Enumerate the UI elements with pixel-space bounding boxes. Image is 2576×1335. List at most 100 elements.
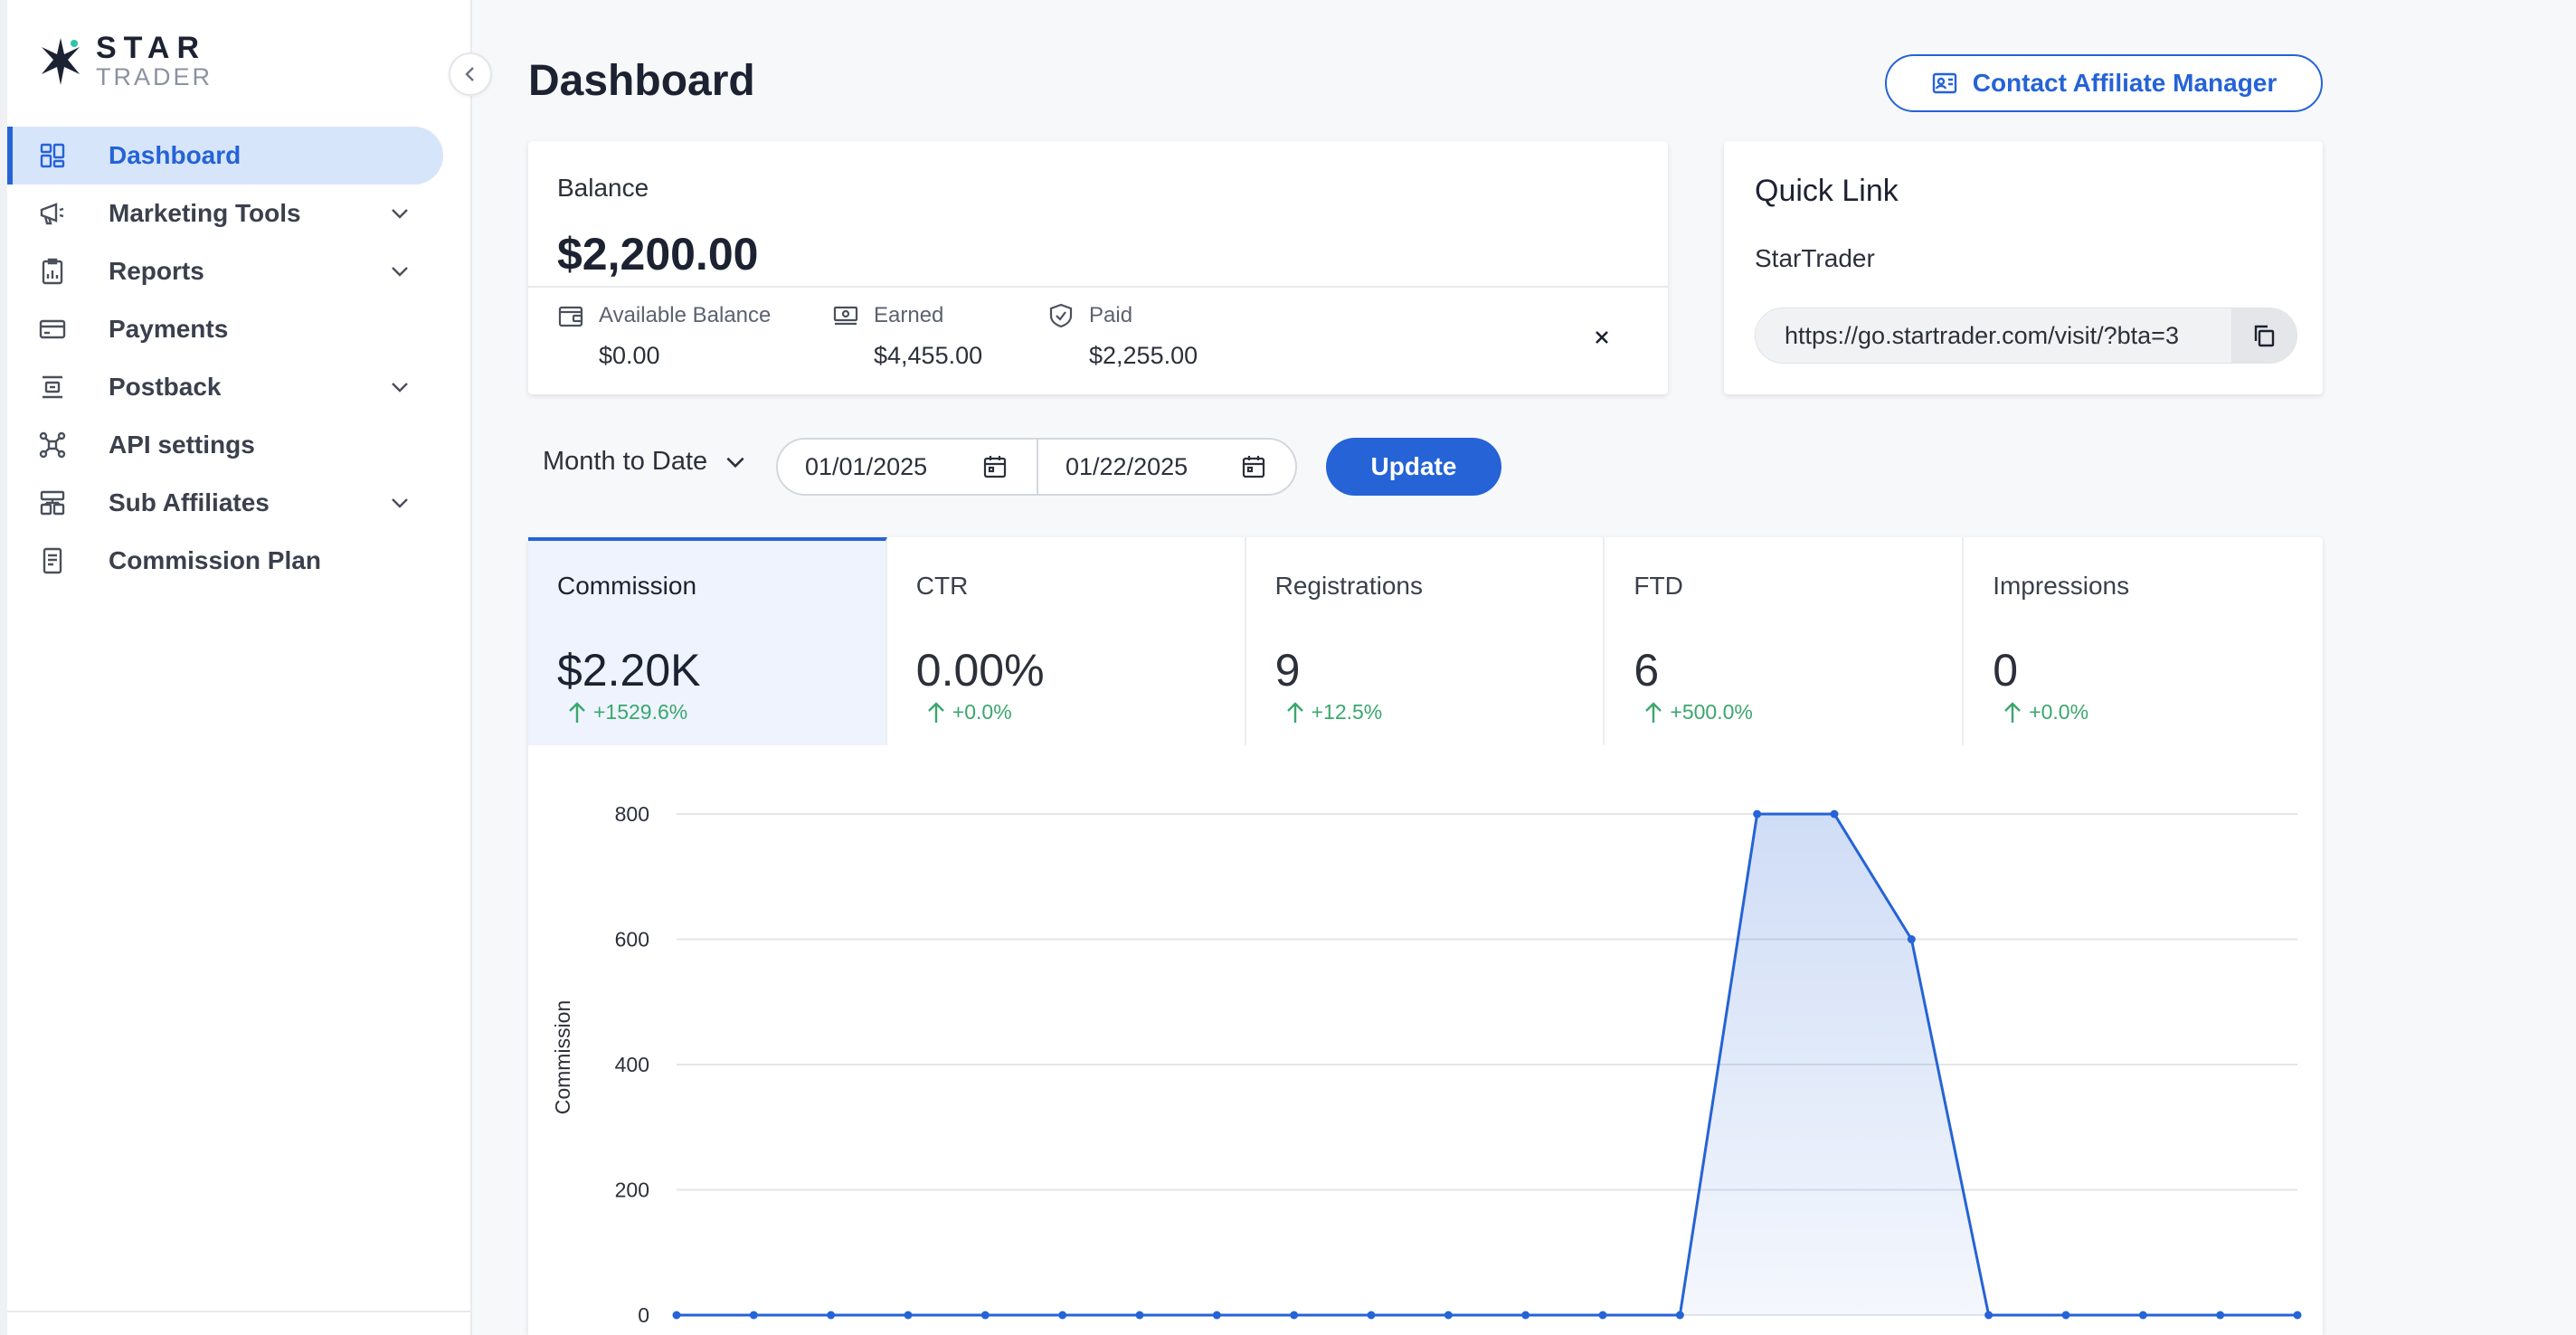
earned-value: $4,455.00 [874, 342, 983, 369]
date-range-label: Month to Date [543, 447, 708, 476]
metric-value: 6 [1634, 645, 1660, 696]
data-point[interactable] [1675, 1311, 1684, 1320]
available-balance-value: $0.00 [599, 342, 660, 369]
data-point[interactable] [1212, 1311, 1221, 1320]
sidebar-item-postback[interactable]: Postback [7, 358, 443, 416]
tab-impressions[interactable]: Impressions 0 +0.0% [1964, 537, 2323, 745]
page-title: Dashboard [528, 57, 755, 105]
close-icon[interactable] [1588, 324, 1615, 351]
metric-change-value: +1529.6% [593, 700, 688, 724]
data-point[interactable] [1984, 1311, 1994, 1320]
sidebar-item-dashboard[interactable]: Dashboard [7, 127, 443, 185]
y-tick-label: 600 [615, 928, 649, 952]
chevron-down-icon[interactable] [389, 376, 411, 398]
tab-ftd[interactable]: FTD 6 +500.0% [1605, 537, 1965, 745]
calendar-icon[interactable] [1241, 454, 1266, 479]
chevron-down-icon[interactable] [389, 260, 411, 282]
tab-commission[interactable]: Commission $2.20K +1529.6% [528, 537, 887, 745]
tab-registrations[interactable]: Registrations 9 +12.5% [1246, 537, 1605, 745]
logo-wordmark-top: STAR [96, 31, 207, 65]
report-icon [42, 258, 63, 285]
sidebar-item-label: API settings [109, 431, 255, 459]
api-icon [39, 431, 66, 459]
metric-value: 0.00% [915, 645, 1045, 696]
y-tick-label: 400 [615, 1053, 649, 1076]
data-point[interactable] [904, 1311, 913, 1320]
commission-chart-svg: 0 200 400 600 800 Commission [551, 802, 2302, 1327]
sidebar-item-payments[interactable]: Payments [7, 300, 443, 358]
arrow-up-icon [1286, 701, 1303, 723]
balance-divider [528, 286, 1668, 288]
data-point[interactable] [1367, 1311, 1376, 1320]
metric-label: CTR [915, 572, 969, 600]
data-point[interactable] [672, 1311, 681, 1320]
data-point[interactable] [1444, 1311, 1453, 1320]
data-point[interactable] [1058, 1311, 1067, 1320]
shield-check-icon [1049, 303, 1073, 328]
metric-tabs: Commission $2.20K +1529.6% CTR 0.00% +0.… [528, 537, 2323, 745]
copy-link-button[interactable] [2231, 308, 2297, 363]
metric-value: $2.20K [557, 645, 701, 696]
metric-change: +0.0% [925, 700, 1012, 724]
sidebar-item-label: Reports [109, 257, 204, 285]
sidebar-item-sub-affiliates[interactable]: Sub Affiliates [7, 474, 443, 532]
end-date-field [1037, 440, 1295, 494]
balance-label: Balance [557, 174, 649, 202]
data-point[interactable] [1753, 810, 1762, 819]
data-point[interactable] [2293, 1311, 2302, 1320]
tab-ctr[interactable]: CTR 0.00% +0.0% [887, 537, 1246, 745]
paid-label: Paid [1089, 303, 1133, 327]
quick-link-field [1755, 308, 2297, 364]
y-tick-label: 200 [615, 1179, 649, 1202]
sidebar-item-api-settings[interactable]: API settings [7, 416, 443, 474]
metric-value: 9 [1274, 645, 1301, 696]
y-tick-label: 800 [615, 802, 649, 826]
update-button[interactable]: Update [1326, 438, 1501, 496]
cash-icon [833, 306, 858, 326]
y-tick-label: 0 [638, 1303, 649, 1327]
date-range-select[interactable]: Month to Date [543, 447, 747, 477]
chevron-down-icon[interactable] [389, 492, 411, 514]
postback-icon [43, 375, 62, 399]
metric-change-value: +12.5% [1311, 700, 1383, 724]
balance-card: Balance $2,200.00 Available Balance $0.0… [528, 141, 1668, 394]
logo[interactable]: STAR TRADER [38, 33, 213, 90]
data-point[interactable] [2138, 1311, 2147, 1320]
chevron-left-icon [465, 67, 474, 81]
data-point[interactable] [2061, 1311, 2070, 1320]
available-balance-label: Available Balance [599, 303, 772, 327]
sub-affiliates-icon [40, 490, 65, 516]
star-logo-icon [42, 37, 80, 85]
data-point[interactable] [1598, 1311, 1607, 1320]
chevron-down-icon[interactable] [389, 203, 411, 224]
sidebar-item-marketing-tools[interactable]: Marketing Tools [7, 185, 443, 242]
data-point[interactable] [1521, 1311, 1530, 1320]
commission-chart: 0 200 400 600 800 Commission [528, 745, 2323, 1335]
data-point[interactable] [1907, 935, 1916, 943]
data-point[interactable] [1135, 1311, 1144, 1320]
data-point[interactable] [1830, 810, 1839, 819]
data-point[interactable] [749, 1311, 758, 1320]
quick-link-input[interactable] [1756, 308, 2230, 363]
date-range-picker [776, 438, 1297, 496]
sidebar-item-label: Postback [109, 373, 222, 401]
data-point[interactable] [980, 1311, 990, 1320]
data-point[interactable] [827, 1311, 836, 1320]
data-point[interactable] [2216, 1311, 2225, 1320]
contact-affiliate-manager-button[interactable]: Contact Affiliate Manager [1885, 54, 2323, 112]
contact-affiliate-manager-label: Contact Affiliate Manager [1972, 69, 2278, 97]
sidebar-item-label: Commission Plan [109, 546, 321, 574]
metric-label: Registrations [1274, 572, 1423, 600]
metric-change-value: +0.0% [952, 700, 1012, 724]
chevron-down-icon [726, 457, 744, 468]
arrow-up-icon [1645, 701, 1662, 723]
sidebar-item-commission-plan[interactable]: Commission Plan [7, 532, 443, 590]
calendar-icon[interactable] [982, 454, 1008, 479]
collapse-sidebar-button[interactable] [449, 52, 492, 96]
sidebar-item-reports[interactable]: Reports [7, 242, 443, 300]
metric-label: Impressions [1993, 572, 2130, 600]
arrow-up-icon [2004, 701, 2022, 723]
dashboard-icon [40, 143, 65, 168]
y-axis-label: Commission [551, 1000, 574, 1115]
data-point[interactable] [1290, 1311, 1299, 1320]
